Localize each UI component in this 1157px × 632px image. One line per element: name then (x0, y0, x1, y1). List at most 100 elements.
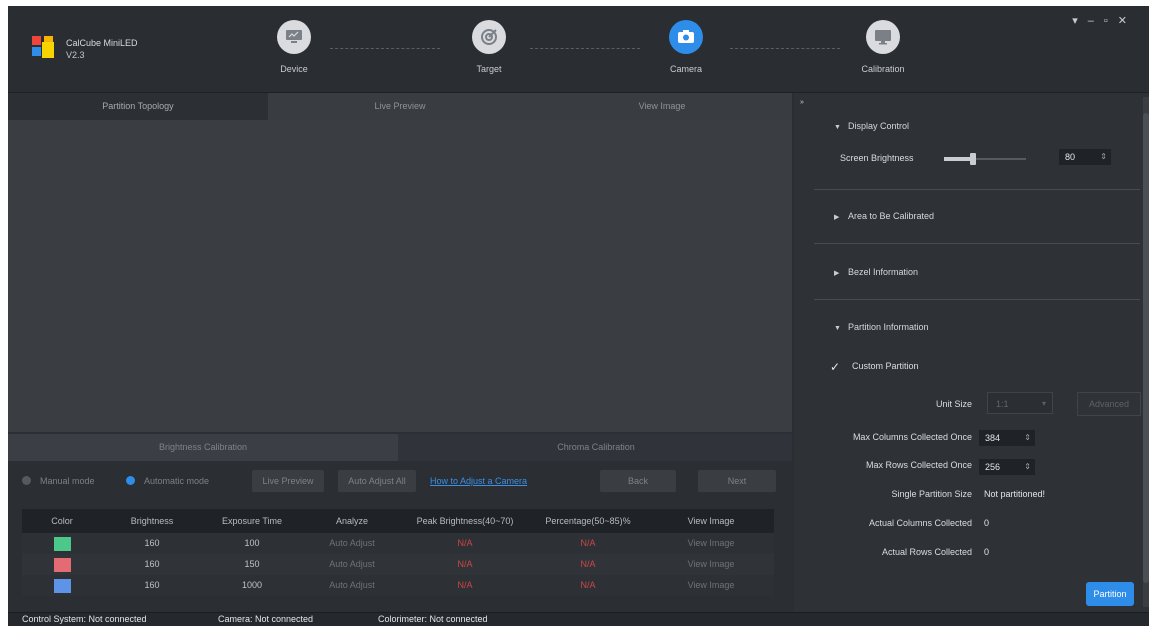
custom-partition-checkbox[interactable]: ✓ (830, 360, 840, 374)
peak-brightness-cell: N/A (457, 580, 473, 590)
manual-mode-label: Manual mode (40, 476, 95, 486)
actual-columns-label: Actual Columns Collected (868, 518, 972, 528)
actual-rows-label: Actual Rows Collected (881, 547, 972, 557)
close-icon[interactable]: ✕ (1118, 15, 1137, 27)
brightness-cell: 160 (144, 559, 160, 569)
auto-adjust-link[interactable]: Auto Adjust (302, 554, 402, 575)
step-label: Calibration (861, 64, 905, 74)
table-row: 160 150 Auto Adjust N/A N/A View Image (22, 554, 774, 575)
mode-toolbar: Manual mode Automatic mode Live Preview … (8, 468, 792, 496)
scrollbar-thumb[interactable] (1143, 113, 1149, 583)
header-bar: CalCube MiniLED V2.3 Device Target Camer… (8, 6, 1149, 93)
color-swatch (53, 578, 71, 593)
section-divider (814, 299, 1140, 300)
max-columns-spinbox[interactable]: 384 ⇕ (979, 430, 1035, 446)
step-target[interactable]: Target (449, 20, 529, 74)
status-bar: Control System: Not connected Camera: No… (8, 612, 1149, 626)
camera-status: Camera: Not connected (218, 614, 314, 624)
spinner-arrows-icon[interactable]: ⇕ (1024, 430, 1031, 446)
tab-partition-topology[interactable]: Partition Topology (8, 93, 268, 120)
auto-adjust-link[interactable]: Auto Adjust (302, 533, 402, 554)
screen-brightness-spinbox[interactable]: 80 ⇕ (1059, 149, 1111, 165)
column-header: Peak Brightness(40~70) (416, 516, 514, 526)
spinner-arrows-icon[interactable]: ⇕ (1024, 459, 1031, 475)
color-swatch (53, 557, 71, 572)
minimize-icon[interactable]: – (1088, 15, 1104, 27)
view-image-link[interactable]: View Image (648, 554, 774, 575)
step-device[interactable]: Device (254, 20, 334, 74)
chevron-down-icon: ▾ (1041, 399, 1046, 408)
spinbox-value: 256 (985, 462, 1001, 472)
dropdown-menu-icon[interactable]: ▾ (1072, 15, 1088, 27)
partition-information-section[interactable]: ▼ Partition Information (834, 322, 929, 332)
tab-chroma-calibration[interactable]: Chroma Calibration (400, 434, 792, 461)
chevron-down-icon: ▼ (834, 325, 841, 332)
peak-brightness-cell: N/A (457, 559, 473, 569)
automatic-mode-radio[interactable] (126, 476, 135, 485)
view-image-link[interactable]: View Image (648, 575, 774, 596)
column-header: Percentage(50~85)% (545, 516, 631, 526)
step-label: Target (476, 64, 502, 74)
tab-live-preview[interactable]: Live Preview (270, 93, 530, 120)
chevron-right-icon: ▶ (834, 270, 840, 277)
custom-partition-label: Custom Partition (852, 361, 919, 371)
app-logo-icon (32, 36, 54, 58)
step-connector (730, 48, 840, 49)
percentage-cell: N/A (580, 580, 596, 590)
display-control-section[interactable]: ▼ Display Control (834, 121, 909, 131)
step-connector (330, 48, 440, 49)
slider-thumb[interactable] (969, 153, 976, 165)
percentage-cell: N/A (580, 559, 596, 569)
how-to-adjust-camera-link[interactable]: How to Adjust a Camera (430, 476, 527, 486)
tab-view-image[interactable]: View Image (532, 93, 792, 120)
spinner-arrows-icon[interactable]: ⇕ (1100, 149, 1107, 165)
color-cell (22, 575, 102, 596)
display-icon (866, 20, 900, 54)
max-columns-label: Max Columns Collected Once (852, 432, 972, 442)
area-to-be-calibrated-section[interactable]: ▶ Area to Be Calibrated (834, 211, 934, 221)
exposure-cell: 150 (244, 559, 260, 569)
step-connector (530, 48, 640, 49)
step-calibration[interactable]: Calibration (843, 20, 923, 74)
column-header: Analyze (335, 516, 369, 526)
max-rows-spinbox[interactable]: 256 ⇕ (979, 459, 1035, 475)
app-window: CalCube MiniLED V2.3 Device Target Camer… (8, 6, 1149, 626)
color-cell (22, 554, 102, 575)
preview-canvas (8, 120, 792, 432)
exposure-cell: 100 (244, 538, 260, 548)
auto-adjust-link[interactable]: Auto Adjust (302, 575, 402, 596)
back-button[interactable]: Back (600, 470, 676, 492)
actual-rows-value: 0 (984, 547, 990, 557)
advanced-button[interactable]: Advanced (1077, 392, 1141, 416)
step-camera[interactable]: Camera (646, 20, 726, 74)
column-header: Color (51, 516, 73, 526)
chevron-right-icon: ▶ (834, 214, 840, 221)
tab-brightness-calibration[interactable]: Brightness Calibration (8, 434, 398, 461)
brightness-cell: 160 (144, 538, 160, 548)
partition-button[interactable]: Partition (1086, 582, 1134, 606)
max-rows-label: Max Rows Collected Once (865, 460, 972, 470)
live-preview-button[interactable]: Live Preview (252, 470, 324, 492)
settings-panel: » ▼ Display Control Screen Brightness 80 ⇕… (794, 93, 1149, 612)
table-row: 160 1000 Auto Adjust N/A N/A View Image (22, 575, 774, 596)
unit-size-select[interactable]: 1:1 ▾ (987, 392, 1053, 414)
section-divider (814, 243, 1140, 244)
column-header: View Image (687, 516, 735, 526)
view-image-link[interactable]: View Image (648, 533, 774, 554)
next-button[interactable]: Next (698, 470, 776, 492)
maximize-icon[interactable]: ▫ (1104, 15, 1118, 27)
bezel-information-section[interactable]: ▶ Bezel Information (834, 267, 918, 277)
table-row: 160 100 Auto Adjust N/A N/A View Image (22, 533, 774, 554)
table-header: Color Brightness Exposure Time Analyze P… (22, 509, 774, 533)
screen-brightness-label: Screen Brightness (840, 153, 914, 163)
select-value: 1:1 (996, 399, 1009, 409)
manual-mode-radio[interactable] (22, 476, 31, 485)
collapse-panel-icon[interactable]: » (800, 99, 804, 106)
spinbox-value: 384 (985, 433, 1001, 443)
brightness-cell: 160 (144, 580, 160, 590)
brightness-table: Color Brightness Exposure Time Analyze P… (22, 509, 774, 596)
screen-brightness-slider[interactable] (944, 153, 1026, 165)
auto-adjust-all-button[interactable]: Auto Adjust All (338, 470, 416, 492)
peak-brightness-cell: N/A (457, 538, 473, 548)
actual-columns-value: 0 (984, 518, 990, 528)
